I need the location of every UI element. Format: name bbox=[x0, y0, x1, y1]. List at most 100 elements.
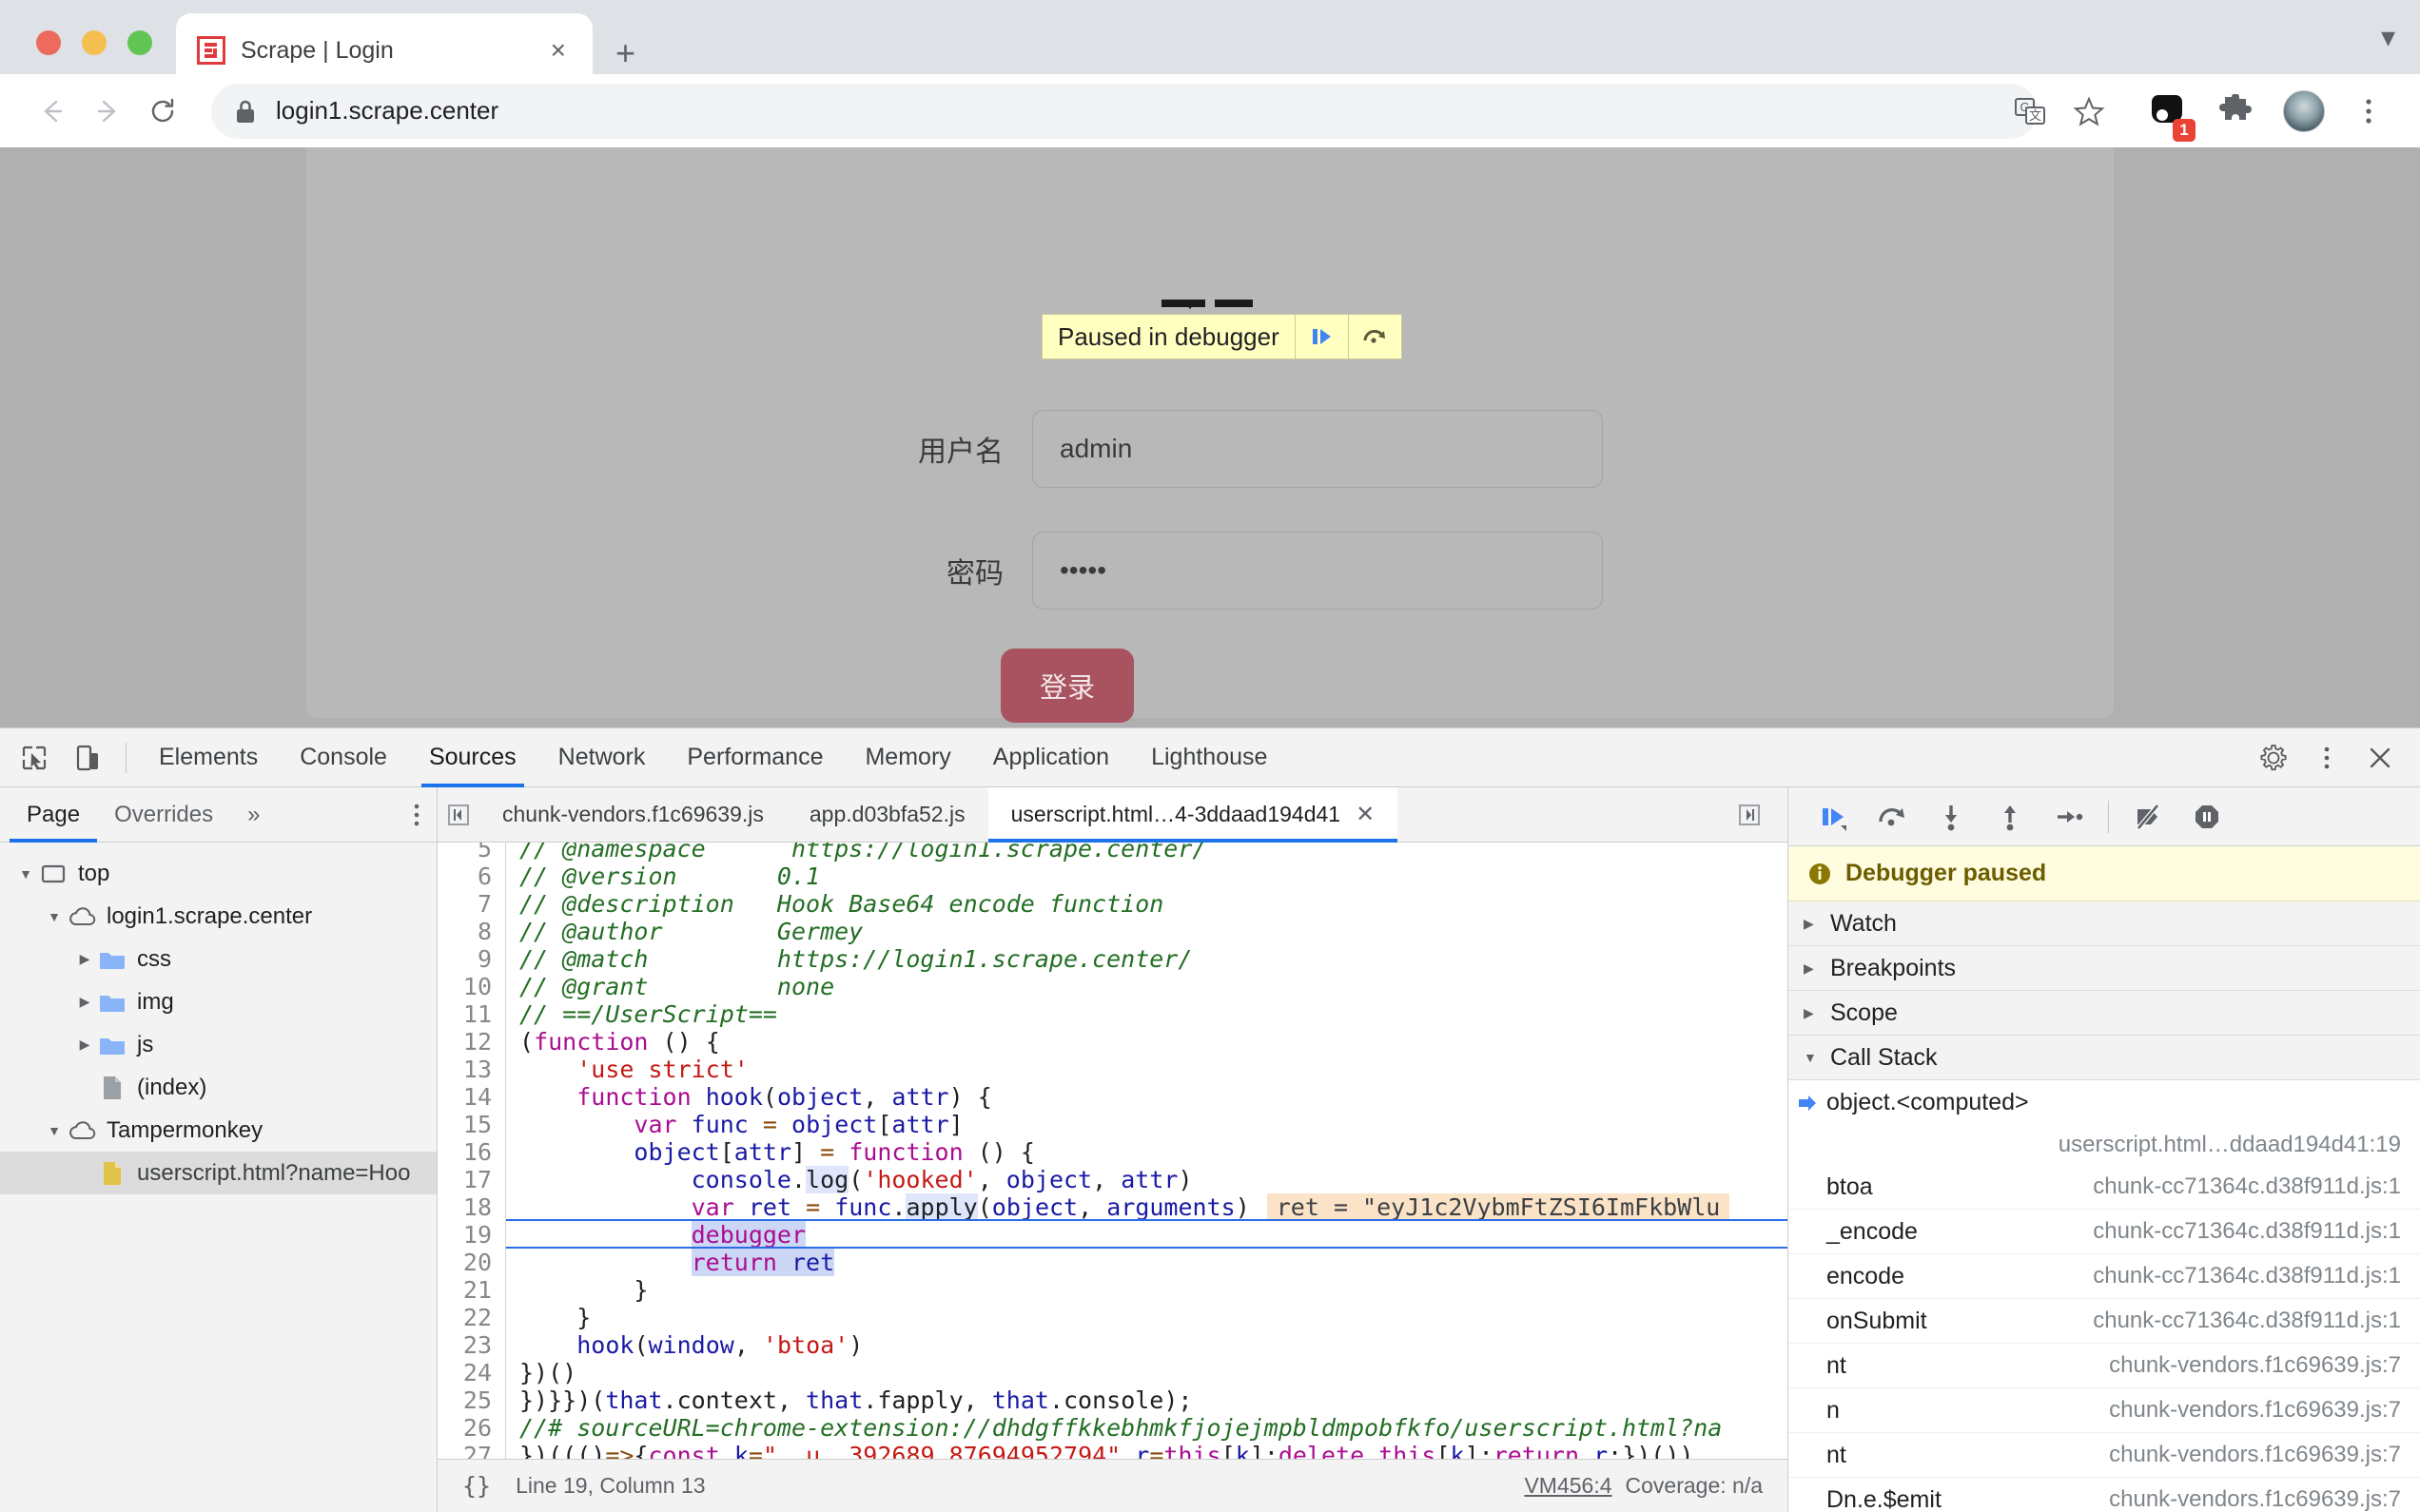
call-stack-row[interactable]: _encode chunk-cc71364c.d38f911d.js:1 bbox=[1788, 1210, 2420, 1254]
debugger-paused-banner: Debugger paused bbox=[1788, 846, 2420, 901]
chevron-down-icon[interactable]: ▼ bbox=[42, 1123, 67, 1138]
translate-icon[interactable]: G 文 bbox=[2003, 85, 2057, 138]
pretty-print-button[interactable]: {} bbox=[462, 1472, 491, 1500]
section-breakpoints[interactable]: ▶ Breakpoints bbox=[1788, 946, 2420, 991]
section-call-stack[interactable]: ▼ Call Stack bbox=[1788, 1036, 2420, 1080]
editor-tab-chunk-vendors[interactable]: chunk-vendors.f1c69639.js bbox=[479, 787, 787, 843]
nav-tab-overrides[interactable]: Overrides bbox=[97, 787, 230, 843]
resume-script-icon[interactable] bbox=[1294, 315, 1348, 359]
call-stack-row[interactable]: btoa chunk-cc71364c.d38f911d.js:1 bbox=[1788, 1165, 2420, 1210]
tab-network[interactable]: Network bbox=[537, 728, 667, 787]
code-line-text: //# sourceURL=chrome-extension://dhdgffk… bbox=[519, 1414, 1723, 1442]
avatar[interactable] bbox=[2277, 85, 2331, 138]
puzzle-piece-icon[interactable] bbox=[2209, 85, 2262, 138]
tab-lighthouse[interactable]: Lighthouse bbox=[1130, 728, 1288, 787]
debugger-toolbar bbox=[1788, 787, 2420, 846]
editor-tab-app[interactable]: app.d03bfa52.js bbox=[787, 787, 988, 843]
gear-icon[interactable] bbox=[2247, 731, 2300, 785]
tree-item-js[interactable]: ▶ js bbox=[0, 1023, 437, 1066]
tree-item-tampermonkey[interactable]: ▼ Tampermonkey bbox=[0, 1109, 437, 1152]
code-lines: 5 // @namespace https://login1.scrape.cen… bbox=[438, 843, 1787, 1459]
forward-arrow-icon[interactable] bbox=[80, 84, 135, 139]
chevron-down-icon[interactable]: ▼ bbox=[42, 909, 67, 924]
editor-tab-close-icon[interactable]: ✕ bbox=[1356, 801, 1375, 828]
deactivate-breakpoints-icon[interactable] bbox=[2118, 790, 2177, 843]
step-over-icon[interactable] bbox=[1347, 315, 1401, 359]
three-dot-menu-icon[interactable] bbox=[2342, 85, 2395, 138]
call-stack-row[interactable]: encode chunk-cc71364c.d38f911d.js:1 bbox=[1788, 1254, 2420, 1299]
chevron-right-icon[interactable]: ▶ bbox=[1804, 960, 1830, 977]
device-toolbar-icon[interactable] bbox=[61, 731, 114, 785]
star-icon[interactable] bbox=[2062, 85, 2116, 138]
nav-tab-more-icon[interactable]: » bbox=[230, 787, 277, 843]
section-watch[interactable]: ▶ Watch bbox=[1788, 901, 2420, 946]
minimize-window-button[interactable] bbox=[82, 30, 107, 55]
tree-item-img[interactable]: ▶ img bbox=[0, 980, 437, 1023]
call-stack-row-current[interactable]: object.<computed> bbox=[1788, 1080, 2420, 1125]
chevron-right-icon[interactable]: ▶ bbox=[1804, 916, 1830, 932]
username-input[interactable] bbox=[1032, 410, 1603, 488]
call-stack-location: userscript.html…ddaad194d41:19 bbox=[1788, 1125, 2420, 1165]
tree-item-login1-scrape-center[interactable]: ▼ login1.scrape.center bbox=[0, 895, 437, 938]
line-number: 6 bbox=[438, 863, 506, 890]
address-bar[interactable]: login1.scrape.center bbox=[211, 83, 2038, 139]
call-stack-row[interactable]: nt chunk-vendors.f1c69639.js:7 bbox=[1788, 1344, 2420, 1388]
code-line: 6 // @version 0.1 bbox=[438, 863, 1787, 890]
inspect-element-icon[interactable] bbox=[8, 731, 61, 785]
tree-item-top[interactable]: ▼ top bbox=[0, 852, 437, 895]
back-arrow-icon[interactable] bbox=[25, 84, 80, 139]
chevron-right-icon[interactable]: ▶ bbox=[72, 1037, 97, 1053]
tree-item-label: userscript.html?name=Hoo bbox=[137, 1159, 411, 1186]
maximize-window-button[interactable] bbox=[127, 30, 152, 55]
call-stack-row[interactable]: onSubmit chunk-cc71364c.d38f911d.js:1 bbox=[1788, 1299, 2420, 1344]
line-number: 5 bbox=[438, 843, 506, 863]
code-line-text: var ret = func.apply(object, arguments) bbox=[691, 1193, 1250, 1221]
debugger-sidebar: Debugger paused ▶ Watch ▶ Breakpoints ▶ … bbox=[1788, 787, 2420, 1512]
vm-source-link[interactable]: VM456:4 bbox=[1524, 1473, 1611, 1499]
tab-elements[interactable]: Elements bbox=[138, 728, 279, 787]
close-icon[interactable] bbox=[2353, 731, 2407, 785]
scroll-tabs-left-icon[interactable] bbox=[438, 803, 479, 827]
step-over-icon[interactable] bbox=[1863, 790, 1922, 843]
nav-tab-page[interactable]: Page bbox=[10, 787, 98, 843]
paused-in-debugger-banner: Paused in debugger bbox=[1042, 314, 1402, 359]
tab-console[interactable]: Console bbox=[279, 728, 408, 787]
chevron-down-icon[interactable]: ▼ bbox=[13, 866, 38, 882]
call-stack-list: object.<computed> userscript.html…ddaad1… bbox=[1788, 1080, 2420, 1512]
close-window-button[interactable] bbox=[36, 30, 61, 55]
tab-application[interactable]: Application bbox=[972, 728, 1130, 787]
tree-item-index[interactable]: (index) bbox=[0, 1066, 437, 1109]
step-icon[interactable] bbox=[2039, 790, 2098, 843]
chevron-down-icon[interactable]: ▾ bbox=[2381, 21, 2395, 54]
reload-icon[interactable] bbox=[135, 84, 190, 139]
pause-on-exceptions-icon[interactable] bbox=[2177, 790, 2236, 843]
call-stack-row[interactable]: n chunk-vendors.f1c69639.js:7 bbox=[1788, 1388, 2420, 1433]
line-number: 16 bbox=[438, 1138, 506, 1166]
file-tree: ▼ top ▼ login1.scrape.center ▶ css ▶ img… bbox=[0, 843, 437, 1194]
login-button[interactable]: 登录 bbox=[1001, 649, 1134, 723]
chevron-right-icon[interactable]: ▶ bbox=[72, 994, 97, 1010]
call-stack-row[interactable]: nt chunk-vendors.f1c69639.js:7 bbox=[1788, 1433, 2420, 1478]
scroll-tabs-right-icon[interactable] bbox=[1728, 803, 1770, 827]
tab-performance[interactable]: Performance bbox=[666, 728, 844, 787]
call-stack-row[interactable]: Dn.e.$emit chunk-vendors.f1c69639.js:7 bbox=[1788, 1478, 2420, 1512]
tab-memory[interactable]: Memory bbox=[844, 728, 971, 787]
password-input[interactable] bbox=[1032, 532, 1603, 610]
extension-adblock-icon[interactable]: 1 bbox=[2140, 85, 2196, 142]
tab-sources[interactable]: Sources bbox=[408, 728, 537, 787]
editor-tab-userscript[interactable]: userscript.html…4-3ddaad194d41 ✕ bbox=[987, 786, 1398, 843]
section-scope[interactable]: ▶ Scope bbox=[1788, 991, 2420, 1036]
step-out-icon[interactable] bbox=[1981, 790, 2039, 843]
chevron-right-icon[interactable]: ▶ bbox=[72, 951, 97, 967]
chevron-right-icon[interactable]: ▶ bbox=[1804, 1005, 1830, 1021]
three-dot-menu-icon[interactable] bbox=[2300, 731, 2353, 785]
step-into-icon[interactable] bbox=[1922, 790, 1981, 843]
tree-item-userscript[interactable]: userscript.html?name=Hoo bbox=[0, 1152, 437, 1194]
navigator-menu-icon[interactable] bbox=[412, 802, 437, 828]
tab-close-button[interactable]: × bbox=[545, 37, 572, 64]
tree-item-css[interactable]: ▶ css bbox=[0, 938, 437, 980]
resume-script-icon[interactable] bbox=[1804, 790, 1863, 843]
line-number: 13 bbox=[438, 1056, 506, 1083]
code-viewer[interactable]: 5 // @namespace https://login1.scrape.cen… bbox=[438, 843, 1787, 1459]
chevron-down-icon[interactable]: ▼ bbox=[1804, 1050, 1830, 1065]
